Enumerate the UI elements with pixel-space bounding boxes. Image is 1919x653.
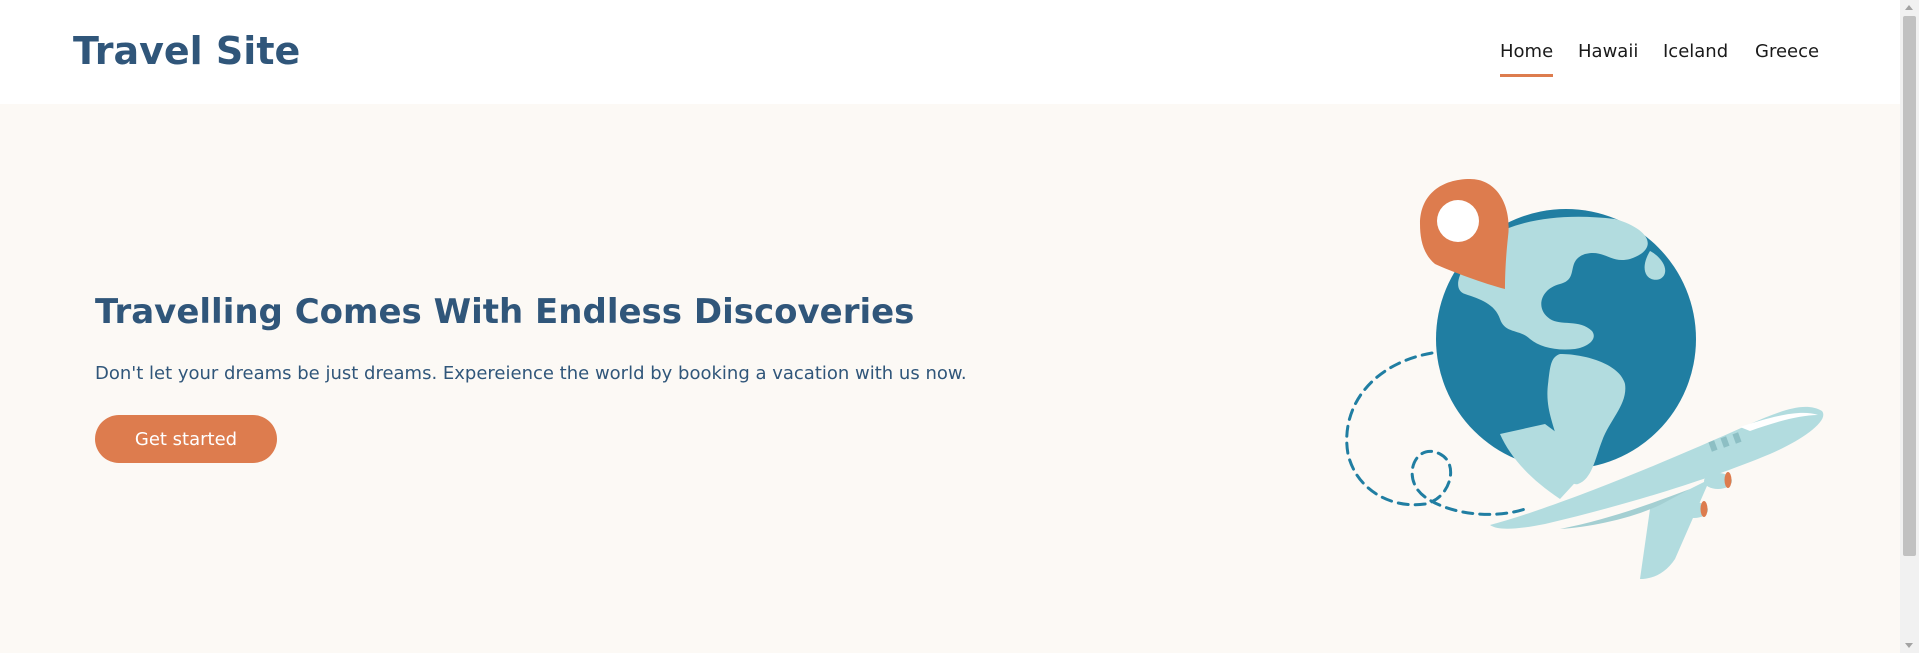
nav-item-home[interactable]: Home <box>1500 40 1554 77</box>
airplane-icon <box>1490 406 1824 579</box>
nav-item-hawaii[interactable]: Hawaii <box>1578 40 1638 74</box>
hero-title: Travelling Comes With Endless Discoverie… <box>95 292 915 332</box>
scrollbar-thumb[interactable] <box>1903 16 1916 556</box>
get-started-button[interactable]: Get started <box>95 415 277 463</box>
main-nav: Home Hawaii Iceland Greece <box>0 40 1900 80</box>
nav-item-iceland[interactable]: Iceland <box>1663 40 1728 74</box>
hero-subtitle: Don't let your dreams be just dreams. Ex… <box>95 363 967 384</box>
nav-item-greece[interactable]: Greece <box>1755 40 1819 74</box>
scroll-up-arrow-icon[interactable] <box>1905 5 1913 10</box>
location-pin-icon <box>1420 179 1509 289</box>
scroll-down-arrow-icon[interactable] <box>1905 643 1913 648</box>
travel-illustration <box>1345 179 1824 579</box>
hero-section: Travelling Comes With Endless Discoverie… <box>0 104 1900 653</box>
site-header: Travel Site Home Hawaii Iceland Greece <box>0 0 1900 104</box>
page-scrollbar[interactable] <box>1900 0 1919 653</box>
